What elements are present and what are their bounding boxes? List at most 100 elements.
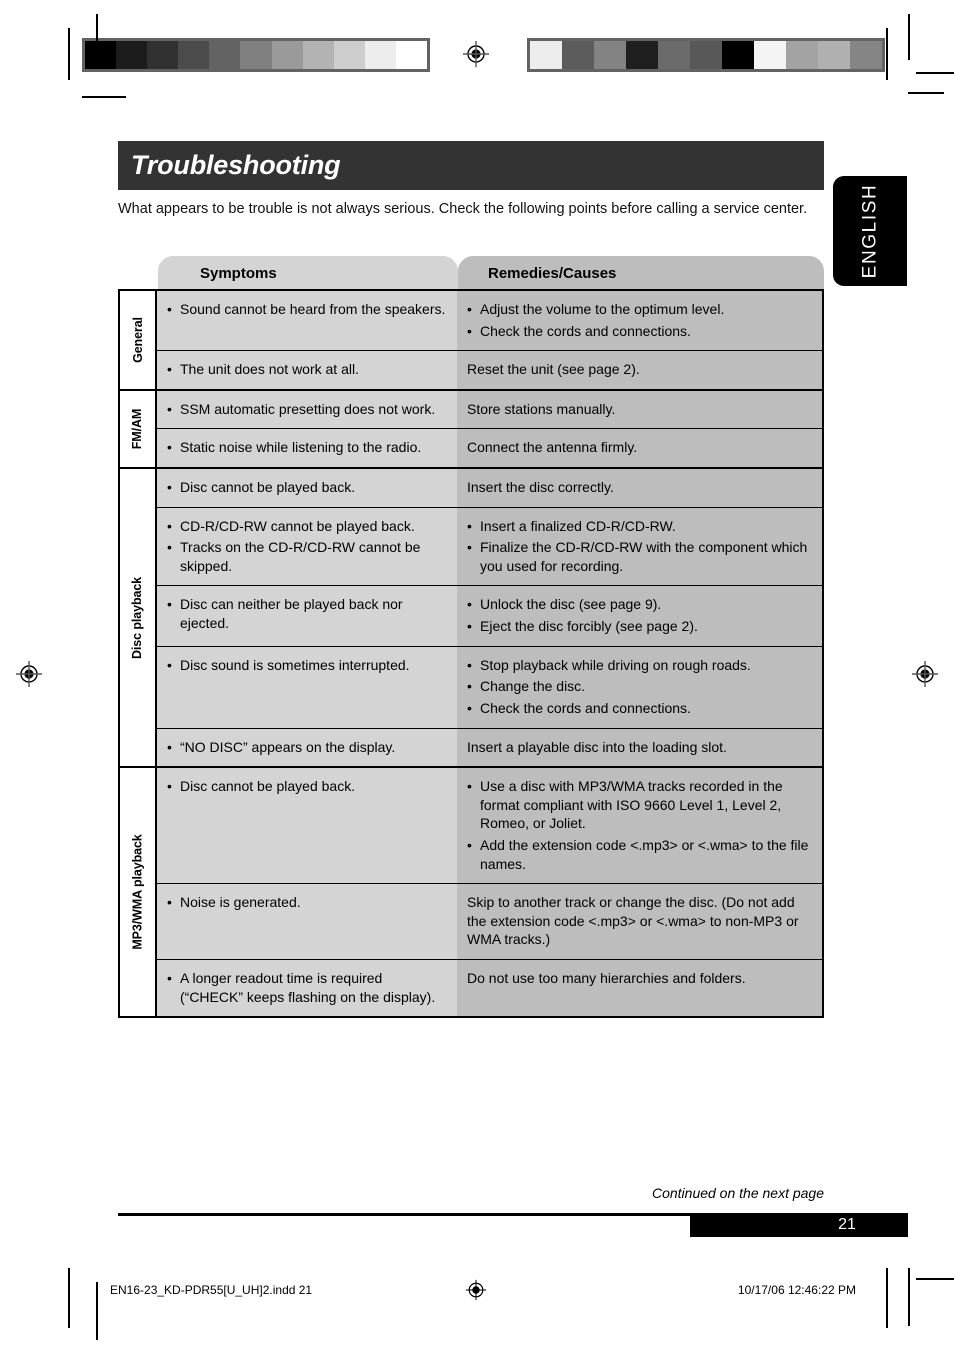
table-group-rows: • SSM automatic presetting does not work.… (157, 390, 822, 468)
cell-symptoms: • CD-R/CD-RW cannot be played back. • Track… (157, 507, 457, 586)
table-header-row: Symptoms Remedies/Causes (158, 256, 824, 290)
cell-remedies: Store stations manually. (457, 390, 822, 429)
cell-text: Reset the unit (see page 2). (467, 361, 640, 378)
bullet-icon: • (167, 894, 172, 911)
bullet-text: Sound cannot be heard from the speakers. (180, 301, 446, 317)
bullet-text: Disc can neither be played back nor ejec… (180, 596, 403, 632)
bullet-text: Adjust the volume to the optimum level. (480, 301, 725, 317)
cell-symptoms: • Disc cannot be played back. (157, 768, 457, 884)
bullet-icon: • (167, 778, 172, 795)
bullet-item: • CD-R/CD-RW cannot be played back. (167, 517, 447, 536)
cell-text: Skip to another track or change the disc… (467, 894, 799, 948)
bullet-item: • Sound cannot be heard from the speakers… (167, 300, 447, 319)
table-row: • Disc sound is sometimes interrupted. • St… (157, 646, 822, 729)
bullet-icon: • (167, 400, 172, 417)
intro-paragraph: What appears to be trouble is not always… (118, 201, 808, 217)
bullet-text: Check the cords and connections. (480, 699, 691, 716)
group-label-text: MP3/WMA playback (130, 834, 145, 950)
bullet-icon: • (467, 678, 472, 695)
bullet-text: Stop playback while driving on rough roa… (480, 656, 751, 673)
cell-text: Do not use too many hierarchies and fold… (467, 970, 746, 987)
bullet-item: • Adjust the volume to the optimum level. (467, 300, 812, 319)
bullet-item: • Eject the disc forcibly (see page 2). (467, 617, 812, 636)
bullet-icon: • (467, 539, 472, 556)
bullet-icon: • (467, 656, 472, 673)
bullet-icon: • (167, 539, 172, 556)
group-label-text: General (130, 316, 145, 363)
cell-remedies: Insert the disc correctly. (457, 469, 822, 507)
bullet-icon: • (167, 479, 172, 496)
bullet-text: Add the extension code <.mp3> or <.wma> … (480, 836, 809, 872)
bullet-text: A longer readout time is required (“CHEC… (180, 970, 436, 1005)
bullet-item: • Noise is generated. (167, 893, 447, 912)
bullet-text: Tracks on the CD-R/CD-RW cannot be skipp… (180, 539, 421, 574)
page-number: 21 (838, 1216, 856, 1233)
cell-symptoms: • Disc cannot be played back. (157, 469, 457, 507)
cell-symptoms: • The unit does not work at all. (157, 351, 457, 389)
language-tab-label: ENGLISH (859, 183, 880, 279)
cell-symptoms: • Noise is generated. (157, 884, 457, 960)
bullet-icon: • (167, 656, 172, 673)
bullet-icon: • (167, 738, 172, 755)
table-row: • A longer readout time is required (“CHE… (157, 960, 822, 1017)
bullet-item: • Tracks on the CD-R/CD-RW cannot be skip… (167, 538, 447, 575)
page-title-bar: Troubleshooting (118, 141, 824, 190)
table-row: • CD-R/CD-RW cannot be played back. • Track… (157, 507, 822, 587)
troubleshooting-table: General • Sound cannot be heard from the s… (118, 289, 824, 1019)
bullet-item: • Use a disc with MP3/WMA tracks recorded… (467, 777, 812, 833)
bullet-item: • The unit does not work at all. (167, 360, 447, 379)
bullet-icon: • (167, 439, 172, 456)
print-footer-filename: EN16-23_KD-PDR55[U_UH]2.indd 21 (110, 1283, 313, 1297)
bullet-text: Noise is generated. (180, 894, 301, 911)
bullet-icon: • (167, 301, 172, 317)
bullet-text: Finalize the CD-R/CD-RW with the compone… (480, 539, 808, 574)
bullet-item: • Finalize the CD-R/CD-RW with the compon… (467, 538, 812, 575)
table-row: • Static noise while listening to the rad… (157, 429, 822, 468)
bullet-icon: • (467, 618, 472, 635)
table-group: General • Sound cannot be heard from the s… (120, 291, 822, 391)
table-group: FM/AM • SSM automatic presetting does not … (120, 390, 822, 470)
cell-remedies: Do not use too many hierarchies and fold… (457, 960, 822, 1017)
bullet-icon: • (167, 596, 172, 613)
table-group-rows: • Disc cannot be played back. Insert the d… (157, 469, 822, 767)
cell-symptoms: • Sound cannot be heard from the speakers… (157, 291, 457, 351)
bullet-item: • Stop playback while driving on rough ro… (467, 656, 812, 675)
bullet-text: SSM automatic presetting does not work. (180, 400, 436, 417)
group-label-disc-playback: Disc playback (120, 469, 157, 767)
bullet-text: Static noise while listening to the radi… (180, 439, 422, 456)
bullet-item: • Check the cords and connections. (467, 699, 812, 718)
cell-text: Connect the antenna firmly. (467, 439, 638, 456)
bullet-text: Use a disc with MP3/WMA tracks recorded … (480, 778, 783, 832)
table-group: Disc playback • Disc cannot be played back… (120, 469, 822, 769)
group-label-text: FM/AM (130, 408, 145, 450)
continued-note: Continued on the next page (651, 1185, 824, 1201)
bullet-icon: • (167, 517, 172, 534)
cell-remedies: • Use a disc with MP3/WMA tracks recorded… (457, 768, 822, 884)
page-number-bar (690, 1213, 908, 1237)
cell-remedies: • Stop playback while driving on rough ro… (457, 646, 822, 728)
cell-remedies: Skip to another track or change the disc… (457, 884, 822, 960)
bullet-item: • A longer readout time is required (“CHE… (167, 969, 447, 1006)
cell-remedies: • Unlock the disc (see page 9). • Eject the… (457, 586, 822, 646)
print-footer-timestamp: 10/17/06 12:46:22 PM (737, 1283, 856, 1297)
table-row: • Disc cannot be played back. • Use a disc … (157, 768, 822, 885)
cell-text: Insert the disc correctly. (467, 479, 614, 496)
bullet-icon: • (167, 361, 172, 378)
group-label-fm-am: FM/AM (120, 390, 157, 468)
bullet-item: • Disc sound is sometimes interrupted. (167, 656, 447, 675)
cell-remedies: Reset the unit (see page 2). (457, 351, 822, 389)
bullet-item: • Insert a finalized CD-R/CD-RW. (467, 517, 812, 536)
cell-symptoms: • SSM automatic presetting does not work. (157, 390, 457, 429)
table-row: • Noise is generated. Skip to another trac… (157, 884, 822, 961)
table-row: • The unit does not work at all. Reset the… (157, 351, 822, 389)
bullet-icon: • (467, 322, 472, 339)
table-row: • “NO DISC” appears on the display. Insert… (157, 728, 822, 767)
cell-symptoms: • Static noise while listening to the rad… (157, 429, 457, 468)
table-group-rows: • Disc cannot be played back. • Use a disc … (157, 768, 822, 1017)
cell-symptoms: • Disc sound is sometimes interrupted. (157, 646, 457, 728)
cell-text: Store stations manually. (467, 400, 616, 417)
bullet-text: CD-R/CD-RW cannot be played back. (180, 517, 415, 534)
cell-text: Insert a playable disc into the loading … (467, 738, 727, 755)
bullet-text: Disc sound is sometimes interrupted. (180, 656, 410, 673)
language-tab-english: ENGLISH (833, 176, 907, 286)
